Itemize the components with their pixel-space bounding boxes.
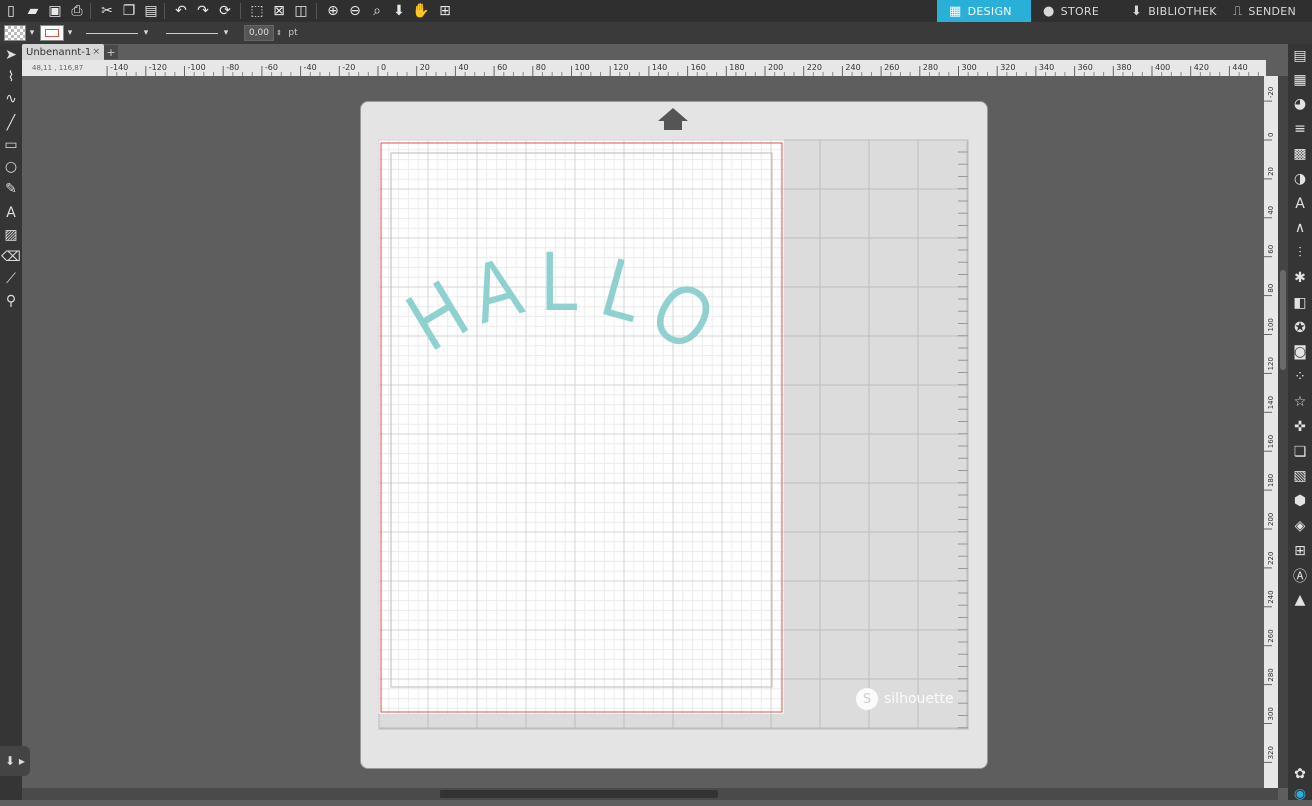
import-icon: ⬇ ▸: [5, 754, 25, 768]
fill-pattern-icon[interactable]: ▩: [1288, 142, 1312, 166]
emboss-icon[interactable]: ◈: [1288, 514, 1312, 538]
registration-icon[interactable]: ▦: [1288, 68, 1312, 92]
eyedropper-icon[interactable]: ⚲: [0, 290, 22, 312]
text-to-path-icon[interactable]: Ⓐ: [1288, 564, 1312, 588]
h-ruler-label: 340: [1039, 63, 1054, 72]
v-ruler-label: 60: [1267, 245, 1275, 254]
text-icon[interactable]: A: [0, 202, 22, 224]
point-edit-icon[interactable]: ⌇: [0, 66, 22, 88]
h-ruler-label: 40: [458, 63, 468, 72]
pencil-icon[interactable]: ✎: [0, 178, 22, 200]
h-ruler-label: -100: [188, 63, 206, 72]
canvas-overlay: -140 -120 -100 -80 -60 -40 -20 0 20 40 60 80 100 120 1…: [106, 63, 1275, 763]
h-ruler-label: 400: [1155, 63, 1170, 72]
transform-icon[interactable]: ∧: [1288, 216, 1312, 240]
v-ruler-label: 260: [1267, 629, 1275, 642]
replicate-icon[interactable]: ✱: [1288, 266, 1312, 290]
print-cut-icon[interactable]: ⊞: [1288, 539, 1312, 563]
h-ruler-label: 100: [575, 63, 590, 72]
help-icon[interactable]: ◉: [1288, 782, 1312, 806]
v-ruler-label: 180: [1267, 474, 1275, 487]
modify-icon[interactable]: ◧: [1288, 291, 1312, 315]
line-icon[interactable]: ╱: [0, 112, 22, 134]
align-icon[interactable]: ⫶: [1288, 241, 1312, 265]
vertical-scrollbar[interactable]: [1278, 76, 1288, 788]
horizontal-scroll-thumb[interactable]: [440, 790, 718, 798]
v-ruler-label: 200: [1267, 513, 1275, 526]
v-ruler-label: 80: [1267, 284, 1275, 293]
v-ruler-label: 140: [1267, 396, 1275, 409]
mat-grid: [378, 139, 969, 730]
page-setup-icon[interactable]: ▤: [1288, 44, 1312, 68]
h-ruler-label: 320: [1000, 63, 1015, 72]
v-ruler-label: 20: [1267, 167, 1275, 176]
h-ruler-label: 220: [807, 63, 822, 72]
h-ruler-label: 200: [768, 63, 783, 72]
design-page: [379, 140, 784, 714]
import-button[interactable]: ⬇ ▸: [0, 746, 30, 776]
h-ruler-label: 60: [497, 63, 507, 72]
puzzle-icon[interactable]: ✜: [1288, 415, 1312, 439]
v-ruler-label: 320: [1267, 746, 1275, 759]
ellipse-icon[interactable]: ○: [0, 156, 22, 178]
select-arrow-icon[interactable]: ➤: [0, 44, 22, 66]
h-ruler-label: 160: [691, 63, 706, 72]
fill-icon[interactable]: ▨: [0, 224, 22, 246]
feed-arrow-icon: [658, 108, 688, 130]
brand-label: silhouette: [884, 691, 954, 707]
right-panel-toolbar: ▤ ▦ ◕ ≡ ▩ ◑ A ∧ ⫶ ✱ ◧ ✪ ◙ ⁘ ☆ ✜ ❏ ▧ ⬢ ◈ …: [1288, 44, 1312, 802]
v-ruler-label: 300: [1267, 707, 1275, 720]
h-ruler-label: 180: [729, 63, 744, 72]
v-ruler-label: 40: [1267, 206, 1275, 215]
sketch-icon[interactable]: ⁘: [1288, 365, 1312, 389]
h-ruler-label: 140: [652, 63, 667, 72]
v-ruler-label: 280: [1267, 668, 1275, 681]
left-toolbox: ➤ ⌇ ∿ ╱ ▭ ○ ✎ A ▨ ⌫ ⟋ ⚲: [0, 44, 22, 800]
h-ruler-label: 300: [962, 63, 977, 72]
hallo-letter[interactable]: L: [541, 235, 579, 329]
rhinestone-icon[interactable]: ⬢: [1288, 489, 1312, 513]
layers-icon[interactable]: ❏: [1288, 440, 1312, 464]
h-ruler-label: 120: [613, 63, 628, 72]
silhouette-logo: S silhouette: [856, 688, 954, 710]
line-style-icon[interactable]: ≡: [1288, 117, 1312, 141]
v-ruler-label: 220: [1267, 552, 1275, 565]
trace-icon[interactable]: ◙: [1288, 340, 1312, 364]
fill-panel-icon[interactable]: ◕: [1288, 92, 1312, 116]
h-ruler-label: -60: [265, 63, 278, 72]
v-ruler-label: 240: [1267, 590, 1275, 603]
h-ruler-label: -140: [110, 63, 128, 72]
offset-icon[interactable]: ✪: [1288, 316, 1312, 340]
v-ruler-label: 0: [1267, 133, 1275, 137]
v-ruler-label: 100: [1267, 318, 1275, 331]
h-ruler-label: 20: [420, 63, 430, 72]
text-style-icon[interactable]: A: [1288, 192, 1312, 216]
silhouette-s-icon: S: [856, 688, 878, 710]
h-ruler-label: 240: [845, 63, 860, 72]
v-ruler-label: -20: [1267, 87, 1275, 98]
curve-icon[interactable]: ∿: [0, 88, 22, 110]
v-ruler-label: 160: [1267, 435, 1275, 448]
h-ruler-label: -40: [304, 63, 317, 72]
h-ruler-label: 380: [1116, 63, 1131, 72]
h-ruler-label: 440: [1232, 63, 1247, 72]
h-ruler-label: 80: [536, 63, 546, 72]
h-ruler-label: -120: [149, 63, 167, 72]
knife-icon[interactable]: ⟋: [0, 268, 22, 290]
star-icon[interactable]: ☆: [1288, 390, 1312, 414]
image-effects-icon[interactable]: ▲: [1288, 588, 1312, 612]
h-ruler-label: 360: [1078, 63, 1093, 72]
h-ruler-label: 280: [923, 63, 938, 72]
h-ruler-label: 260: [884, 63, 899, 72]
contrast-icon[interactable]: ◑: [1288, 167, 1312, 191]
h-ruler-label: -80: [226, 63, 239, 72]
h-ruler-label: 0: [381, 63, 386, 72]
h-ruler-label: -20: [342, 63, 355, 72]
h-ruler-label: 420: [1194, 63, 1209, 72]
hatch-icon[interactable]: ▧: [1288, 464, 1312, 488]
v-ruler-label: 120: [1267, 357, 1275, 370]
vertical-scroll-thumb[interactable]: [1280, 270, 1286, 370]
rectangle-icon[interactable]: ▭: [0, 134, 22, 156]
eraser-icon[interactable]: ⌫: [0, 246, 22, 268]
